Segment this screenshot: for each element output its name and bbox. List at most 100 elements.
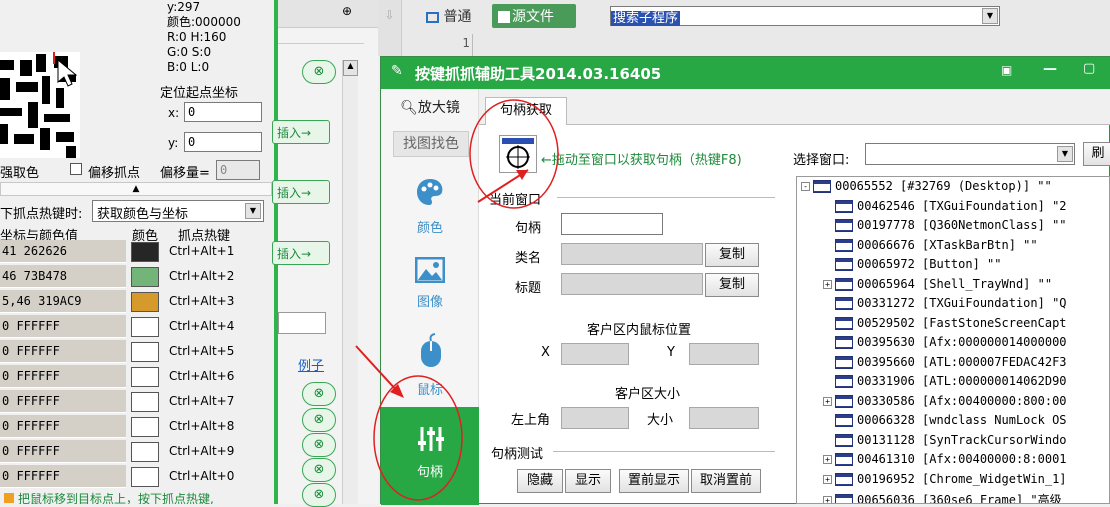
search-subroutine-select[interactable]: 搜索子程序 ▼ <box>610 6 1000 26</box>
insert-button-2[interactable]: 插入→ <box>272 180 330 204</box>
hotkey-select[interactable]: 获取颜色与坐标 ▼ <box>92 200 264 222</box>
size-field[interactable] <box>689 407 759 429</box>
group-line <box>553 451 775 452</box>
show-button[interactable]: 显示 <box>565 469 611 493</box>
gutter-line <box>472 34 473 56</box>
table-row[interactable]: 0 FFFFFF Ctrl+Alt+9 <box>0 440 268 464</box>
chevron-down-icon[interactable]: ▼ <box>245 203 261 219</box>
nav-magnifier[interactable]: 🔍︎放大镜 <box>381 97 479 123</box>
hide-button[interactable]: 隐藏 <box>517 469 563 493</box>
tree-node[interactable]: +00065964 [Shell_TrayWnd] "" <box>823 277 1052 297</box>
offset-point-checkbox[interactable] <box>70 163 82 175</box>
class-field[interactable] <box>561 243 703 265</box>
info-bl: B:0 L:0 <box>167 60 210 74</box>
mouse-x-field[interactable] <box>561 343 629 365</box>
restore-icon[interactable]: ▣ <box>1001 63 1012 77</box>
expand-toggle-icon[interactable]: + <box>823 455 832 464</box>
drag-hint: ←拖动至窗口以获取句柄（热键F8) <box>541 153 742 168</box>
table-row[interactable]: 0 FFFFFF Ctrl+Alt+0 <box>0 465 268 489</box>
locate-y-input[interactable] <box>184 132 262 152</box>
handle-field[interactable] <box>561 213 663 235</box>
document-icon <box>426 11 439 23</box>
tree-node[interactable]: +00330586 [Afx:00400000:800:00 <box>823 394 1067 414</box>
table-row[interactable]: 41 262626 Ctrl+Alt+1 <box>0 240 268 264</box>
insert-button-3[interactable]: 插入→ <box>272 241 330 265</box>
strip-header: ⊕ <box>278 0 378 28</box>
arrow-down-icon[interactable]: ⇩ <box>378 0 402 56</box>
dialog-titlebar[interactable]: ✎ 按键抓抓辅助工具2014.03.16405 ▣ — ▢ <box>381 57 1110 89</box>
info-y: y:297 <box>167 0 201 14</box>
nav-image[interactable]: 图像 <box>381 247 479 323</box>
tree-node[interactable]: 00331272 [TXGuiFoundation] "Q <box>823 296 1067 316</box>
tree-node[interactable]: +00656036 [360se6_Frame] "高级 <box>823 491 1062 503</box>
tab-normal[interactable]: 普通 <box>426 6 471 26</box>
tree-node[interactable]: 00462546 [TXGuiFoundation] "2 <box>823 199 1067 219</box>
tree-node-label: 00529502 [FastStoneScreenCapt <box>857 315 1067 330</box>
window-select[interactable]: ▼ <box>865 143 1075 165</box>
strip-input[interactable] <box>278 312 326 334</box>
tree-node[interactable]: 00395660 [ATL:000007FEDAC42F3 <box>823 355 1067 375</box>
table-row[interactable]: 0 FFFFFF Ctrl+Alt+4 <box>0 315 268 339</box>
minimize-icon[interactable]: — <box>1043 61 1057 77</box>
table-row[interactable]: 0 FFFFFF Ctrl+Alt+6 <box>0 365 268 389</box>
window-icon <box>835 433 853 447</box>
chevron-down-icon[interactable]: ▼ <box>1057 146 1073 162</box>
maximize-icon[interactable]: ▢ <box>1083 61 1095 76</box>
tree-node[interactable]: +00196952 [Chrome_WidgetWin_1] <box>823 472 1067 492</box>
nav-handle[interactable]: 句柄 <box>381 407 479 505</box>
mouse-y-field[interactable] <box>689 343 759 365</box>
scroll-up-icon[interactable]: ▲ <box>343 60 358 76</box>
cancel-front-button[interactable]: 取消置前 <box>691 469 761 493</box>
collapse-bar[interactable]: ▲ <box>0 182 272 196</box>
color-swatch <box>131 392 159 412</box>
expand-toggle-icon[interactable]: + <box>823 474 832 484</box>
copy-title-button[interactable]: 复制 <box>705 273 759 297</box>
nav-label: 图像 <box>416 295 443 310</box>
tree-node[interactable]: +00461310 [Afx:00400000:8:0001 <box>823 452 1067 472</box>
tab-source[interactable]: 源文件 <box>492 4 576 28</box>
nav-mouse[interactable]: 鼠标 <box>381 327 479 403</box>
top-left-field[interactable] <box>561 407 629 429</box>
expand-button-5[interactable]: ⊗ <box>302 483 336 507</box>
table-row[interactable]: 0 FFFFFF Ctrl+Alt+8 <box>0 415 268 439</box>
tree-node[interactable]: 00066676 [XTaskBarBtn] "" <box>823 238 1038 258</box>
table-row[interactable]: 0 FFFFFF Ctrl+Alt+7 <box>0 390 268 414</box>
locate-x-input[interactable] <box>184 102 262 122</box>
table-row[interactable]: 0 FFFFFF Ctrl+Alt+5 <box>0 340 268 364</box>
tree-node[interactable]: 00131128 [SynTrackCursorWindo <box>823 433 1067 453</box>
nav-color[interactable]: 颜色 <box>381 165 479 241</box>
expand-button-4[interactable]: ⊗ <box>302 458 336 482</box>
tree-node[interactable]: 00331906 [ATL:000000014062D90 <box>823 374 1067 394</box>
pin-icon[interactable]: ⊕ <box>342 4 352 18</box>
window-icon <box>835 336 853 349</box>
copy-class-button[interactable]: 复制 <box>705 243 759 267</box>
collapse-up-button[interactable]: ⊗ <box>302 60 336 84</box>
tree-node-label: 00065972 [Button] "" <box>857 257 1002 271</box>
expand-toggle-icon[interactable]: + <box>823 396 832 406</box>
bring-to-front-button[interactable]: 置前显示 <box>619 469 689 493</box>
tab-handle-get[interactable]: 句柄获取 <box>485 97 567 125</box>
scrollbar[interactable]: ▲ <box>342 60 358 504</box>
expand-button-2[interactable]: ⊗ <box>302 408 336 432</box>
insert-button-1[interactable]: 插入→ <box>272 120 330 144</box>
example-link[interactable]: 例子 <box>298 355 324 374</box>
tree-node[interactable]: 00066328 [wndclass NumLock OS <box>823 413 1067 433</box>
expand-toggle-icon[interactable]: - <box>801 182 810 191</box>
table-row[interactable]: 46 73B478 Ctrl+Alt+2 <box>0 265 268 289</box>
expand-toggle-icon[interactable]: + <box>823 496 832 503</box>
tree-node[interactable]: 00065972 [Button] "" <box>823 257 1002 277</box>
tree-node[interactable]: 00529502 [FastStoneScreenCapt <box>823 316 1067 336</box>
offset-input[interactable] <box>216 160 260 180</box>
refresh-button[interactable]: 刷 <box>1083 142 1110 166</box>
title-field[interactable] <box>561 273 703 295</box>
expand-toggle-icon[interactable]: + <box>823 279 832 289</box>
chevron-down-icon[interactable]: ▼ <box>982 8 998 24</box>
nav-find-image[interactable]: 找图找色 <box>393 131 469 157</box>
table-row[interactable]: 5,46 319AC9 Ctrl+Alt+3 <box>0 290 268 314</box>
tree-node[interactable]: 00197778 [Q360NetmonClass] "" <box>823 218 1067 238</box>
expand-button-3[interactable]: ⊗ <box>302 433 336 457</box>
tree-node[interactable]: 00395630 [Afx:000000014000000 <box>823 335 1067 355</box>
expand-button-1[interactable]: ⊗ <box>302 382 336 406</box>
tree-node[interactable]: - 00065552 [#32769 (Desktop)] "" <box>801 179 1052 199</box>
crosshair-drag-target[interactable] <box>499 135 537 173</box>
